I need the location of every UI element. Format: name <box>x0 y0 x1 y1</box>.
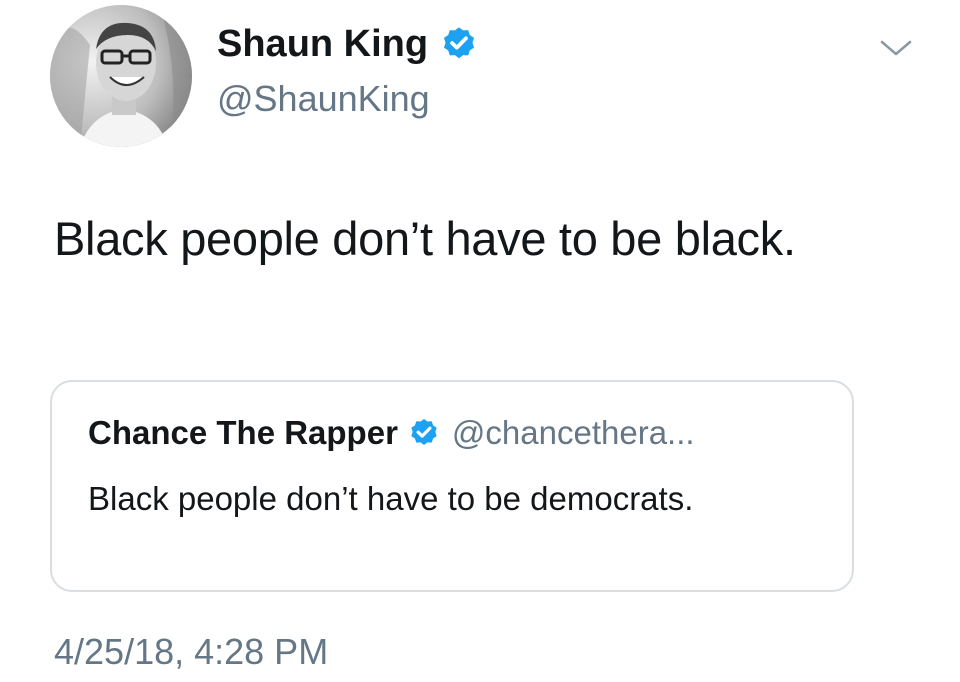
chevron-down-icon[interactable] <box>876 34 916 62</box>
verified-badge-icon <box>408 417 440 449</box>
profile-photo <box>50 5 192 147</box>
tweet-text: Black people don’t have to be black. <box>54 212 796 265</box>
quoted-tweet-text: Black people don’t have to be democrats. <box>88 480 694 517</box>
quoted-tweet-card[interactable]: Chance The Rapper @chancethera... Black … <box>50 380 854 592</box>
tweet-timestamp[interactable]: 4/25/18, 4:28 PM <box>54 630 328 674</box>
author-name[interactable]: Shaun King <box>217 20 478 68</box>
quoted-tweet-header: Chance The Rapper @chancethera... <box>88 412 695 454</box>
avatar[interactable] <box>50 5 192 147</box>
author-display-name[interactable]: Shaun King <box>217 20 428 68</box>
quoted-author-handle: @chancethera... <box>451 414 695 451</box>
author-handle[interactable]: @ShaunKing <box>217 76 430 122</box>
quoted-author-name: Chance The Rapper <box>88 414 398 451</box>
verified-badge-icon <box>440 25 478 63</box>
